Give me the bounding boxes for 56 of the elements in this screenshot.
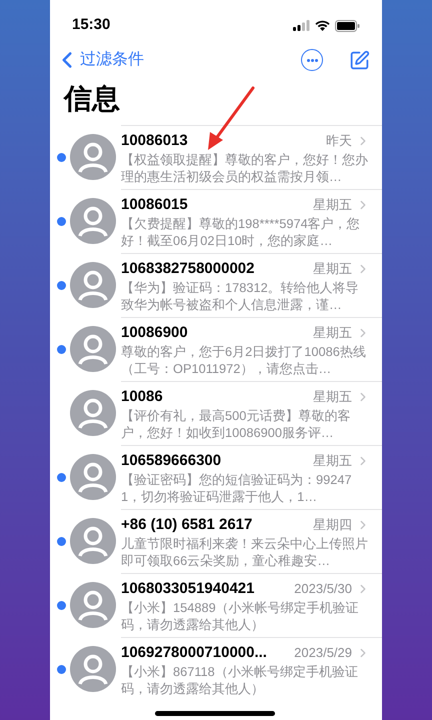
sender-name: 10086013 — [121, 131, 188, 150]
battery-icon — [335, 20, 360, 32]
message-date: 星期五 — [313, 388, 352, 406]
avatar-icon — [70, 326, 116, 372]
sender-name: 10086 — [121, 387, 163, 406]
message-date: 2023/5/30 — [294, 580, 352, 598]
wifi-icon — [315, 20, 330, 31]
message-preview: 【小米】867118（小米帐号绑定手机验证码，请勿透露给其他人） — [121, 662, 359, 696]
back-button[interactable]: 过滤条件 — [54, 47, 144, 73]
message-date: 星期五 — [313, 324, 352, 342]
avatar-icon — [70, 198, 116, 244]
message-row[interactable]: 10086015 星期五 【欠费提醒】尊敬的198****5974客户，您好！截至06月02日10时，您的家庭… — [50, 189, 382, 253]
page-title: 信息 — [62, 82, 121, 116]
sender-name: 10086900 — [121, 323, 188, 342]
sender-name: 10086015 — [121, 195, 188, 214]
message-row[interactable]: 1068382758000002 星期五 【华为】验证码：178312。转给他人将导致华为帐号被盗和个人信息泄露，谨… — [50, 253, 382, 317]
message-preview: 尊敬的客户，您于6月2日拨打了10086热线（工号：OP1011972），请您点击… — [121, 342, 367, 376]
message-preview: 【欠费提醒】尊敬的198****5974客户，您好！截至06月02日10时，您的家庭… — [121, 214, 361, 248]
avatar-icon — [70, 262, 116, 308]
message-date: 星期五 — [313, 452, 352, 470]
message-date: 2023/5/29 — [294, 644, 352, 662]
compose-button[interactable] — [349, 50, 370, 70]
avatar-icon — [70, 582, 116, 628]
signal-icon — [293, 20, 310, 31]
sender-name: +86 (10) 6581 2617 — [121, 515, 252, 534]
message-date: 星期五 — [313, 260, 352, 278]
message-preview: 【华为】验证码：178312。转给他人将导致华为帐号被盗和个人信息泄露，谨… — [121, 278, 360, 312]
status-time: 15:30 — [72, 15, 110, 36]
message-row[interactable]: 10086 星期五 【评价有礼，最高500元话费】尊敬的客户，您好！如收到10086900服务评… — [50, 381, 382, 445]
message-date: 星期五 — [313, 196, 352, 214]
message-preview: 【权益领取提醒】尊敬的客户，您好！您办理的惠生活初级会员的权益需按月领… — [121, 150, 369, 184]
avatar-icon — [70, 454, 116, 500]
message-row[interactable]: +86 (10) 6581 2617 星期四 儿童节限时福利来袭！来云朵中心上传照片即可领取66云朵奖励，童心稚趣安… — [50, 509, 382, 573]
avatar-icon — [70, 518, 116, 564]
sender-name: 1068382758000002 — [121, 259, 254, 278]
avatar-icon — [70, 390, 116, 436]
avatar-icon — [70, 134, 116, 180]
message-date: 星期四 — [313, 516, 352, 534]
sender-name: 106589666300 — [121, 451, 222, 470]
message-date: 昨天 — [326, 132, 352, 150]
message-preview: 【评价有礼，最高500元话费】尊敬的客户，您好！如收到10086900服务评… — [121, 406, 352, 440]
message-row[interactable]: 106589666300 星期五 【验证密码】您的短信验证码为：992471，切勿将验证码泄露于他人，1… — [50, 445, 382, 509]
message-row[interactable]: 10086013 昨天 【权益领取提醒】尊敬的客户，您好！您办理的惠生活初级会员的权益需按月领… — [50, 125, 382, 189]
sender-name: 1068033051940421 — [121, 579, 254, 598]
compose-icon — [349, 50, 370, 70]
message-preview: 【验证密码】您的短信验证码为：992471，切勿将验证码泄露于他人，1… — [121, 470, 353, 504]
message-row[interactable]: 1068033051940421 2023/5/30 【小米】154889（小米帐号绑定手机验证码，请勿透露给其他人） — [50, 573, 382, 637]
message-preview: 【小米】154889（小米帐号绑定手机验证码，请勿透露给其他人） — [121, 598, 360, 632]
message-preview: 儿童节限时福利来袭！来云朵中心上传照片即可领取66云朵奖励，童心稚趣安… — [121, 534, 369, 568]
message-row[interactable]: 1069278000710000... 2023/5/29 【小米】867118（小米帐号绑定手机验证码，请勿透露给其他人） — [50, 637, 382, 701]
avatar-icon — [70, 646, 116, 692]
more-icon — [306, 58, 318, 62]
arrow-drawing — [205, 86, 257, 152]
sender-name: 1069278000710000... — [121, 643, 267, 662]
more-button[interactable] — [301, 49, 323, 71]
message-row[interactable]: 10086900 星期五 尊敬的客户，您于6月2日拨打了10086热线（工号：OP1011972），请您点击… — [50, 317, 382, 381]
